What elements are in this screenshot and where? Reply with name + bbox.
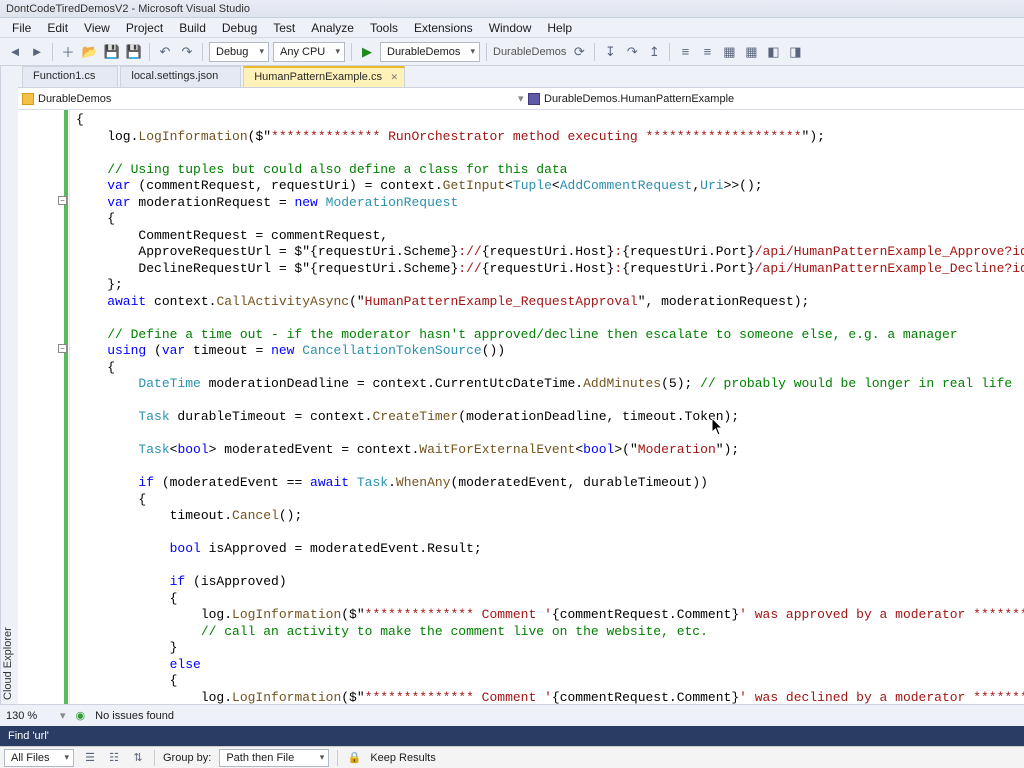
comment-icon[interactable]: ▦	[720, 43, 738, 61]
menu-extensions[interactable]: Extensions	[406, 19, 481, 37]
window-title: DontCodeTiredDemosV2 - Microsoft Visual …	[6, 3, 250, 15]
start-target-combo[interactable]: DurableDemos	[380, 42, 480, 62]
menu-test[interactable]: Test	[265, 19, 303, 37]
bookmark-next-icon[interactable]: ◨	[786, 43, 804, 61]
lock-icon[interactable]: 🔒	[346, 750, 362, 766]
menu-debug[interactable]: Debug	[214, 19, 265, 37]
project-icon	[22, 93, 34, 105]
tab-local-settings[interactable]: local.settings.json	[120, 66, 241, 87]
nav-fwd-icon[interactable]: ►	[28, 43, 46, 61]
find-scope-combo[interactable]: All Files	[4, 749, 74, 767]
start-target-label: DurableDemos	[493, 46, 566, 58]
toolbar-sep	[486, 43, 487, 61]
keep-results-label[interactable]: Keep Results	[370, 752, 435, 764]
toolbar-sep	[594, 43, 595, 61]
uncomment-icon[interactable]: ▦	[742, 43, 760, 61]
find-label: Find 'url'	[8, 730, 49, 742]
save-all-icon[interactable]: 💾	[125, 43, 143, 61]
menu-project[interactable]: Project	[118, 19, 171, 37]
fold-toggle-icon[interactable]: −	[58, 196, 67, 205]
toolbar-sep	[337, 750, 338, 766]
close-icon[interactable]: ✕	[390, 72, 398, 83]
issues-status[interactable]: No issues found	[95, 710, 174, 722]
tab-function1[interactable]: Function1.cs	[22, 66, 118, 87]
start-debug-icon[interactable]: ▶	[358, 43, 376, 61]
menu-help[interactable]: Help	[539, 19, 580, 37]
refresh-icon[interactable]: ⟳	[570, 43, 588, 61]
sync-icon[interactable]: ⇅	[130, 750, 146, 766]
toolbar-sep	[351, 43, 352, 61]
save-icon[interactable]: 💾	[103, 43, 121, 61]
class-icon	[528, 93, 540, 105]
nav-project[interactable]: DurableDemos	[38, 93, 111, 105]
menu-tools[interactable]: Tools	[362, 19, 406, 37]
find-results-toolbar: All Files ☰ ☷ ⇅ Group by: Path then File…	[0, 746, 1024, 768]
zoom-level[interactable]: 130 %	[6, 710, 50, 722]
menu-build[interactable]: Build	[171, 19, 214, 37]
document-tab-well: Function1.cs local.settings.json HumanPa…	[0, 66, 1024, 88]
step-over-icon[interactable]: ↷	[623, 43, 641, 61]
nav-type[interactable]: DurableDemos.HumanPatternExample	[544, 93, 734, 105]
tab-label: HumanPatternExample.cs	[254, 71, 382, 83]
new-project-icon[interactable]: ＋	[59, 43, 77, 61]
step-out-icon[interactable]: ↥	[645, 43, 663, 61]
nav-back-icon[interactable]: ◄	[6, 43, 24, 61]
menu-analyze[interactable]: Analyze	[303, 19, 362, 37]
list-view-icon[interactable]: ☰	[82, 750, 98, 766]
tab-label: Function1.cs	[33, 70, 95, 82]
fold-toggle-icon[interactable]: −	[58, 344, 67, 353]
group-by-label: Group by:	[163, 752, 211, 764]
tab-label: local.settings.json	[131, 70, 218, 82]
editor-gutter: − −	[18, 110, 70, 706]
toolbar-sep	[202, 43, 203, 61]
nav-dropdown-icon[interactable]: ▾	[518, 92, 528, 105]
indent-less-icon[interactable]: ≡	[676, 43, 694, 61]
undo-icon[interactable]: ↶	[156, 43, 174, 61]
code-area[interactable]: { log.LogInformation($"************** Ru…	[70, 110, 1024, 706]
group-by-combo[interactable]: Path then File	[219, 749, 329, 767]
toolbar-sep	[669, 43, 670, 61]
menu-view[interactable]: View	[76, 19, 118, 37]
menu-edit[interactable]: Edit	[39, 19, 76, 37]
editor-status-bar: 130 % ▾ ◉ No issues found	[0, 704, 1024, 726]
solution-config-combo[interactable]: Debug	[209, 42, 269, 62]
open-icon[interactable]: 📂	[81, 43, 99, 61]
find-status-bar: Find 'url'	[0, 726, 1024, 746]
tab-human-pattern-example[interactable]: HumanPatternExample.cs ✕	[243, 66, 405, 87]
window-title-bar: DontCodeTiredDemosV2 - Microsoft Visual …	[0, 0, 1024, 18]
redo-icon[interactable]: ↷	[178, 43, 196, 61]
step-into-icon[interactable]: ↧	[601, 43, 619, 61]
code-editor[interactable]: − − { log.LogInformation($"*************…	[18, 110, 1024, 706]
solution-platform-combo[interactable]: Any CPU	[273, 42, 345, 62]
toolbar-sep	[52, 43, 53, 61]
toolbar-sep	[149, 43, 150, 61]
menu-file[interactable]: File	[4, 19, 39, 37]
ok-icon: ◉	[76, 709, 86, 722]
menu-window[interactable]: Window	[481, 19, 540, 37]
indent-more-icon[interactable]: ≡	[698, 43, 716, 61]
main-toolbar: ◄ ► ＋ 📂 💾 💾 ↶ ↷ Debug Any CPU ▶ DurableD…	[0, 38, 1024, 66]
tree-view-icon[interactable]: ☷	[106, 750, 122, 766]
editor-nav-bar: DurableDemos ▾ DurableDemos.HumanPattern…	[0, 88, 1024, 110]
bookmark-icon[interactable]: ◧	[764, 43, 782, 61]
toolbar-sep	[154, 750, 155, 766]
side-tab-cloud-explorer[interactable]: Cloud Explorer	[0, 66, 18, 706]
menu-bar: File Edit View Project Build Debug Test …	[0, 18, 1024, 38]
